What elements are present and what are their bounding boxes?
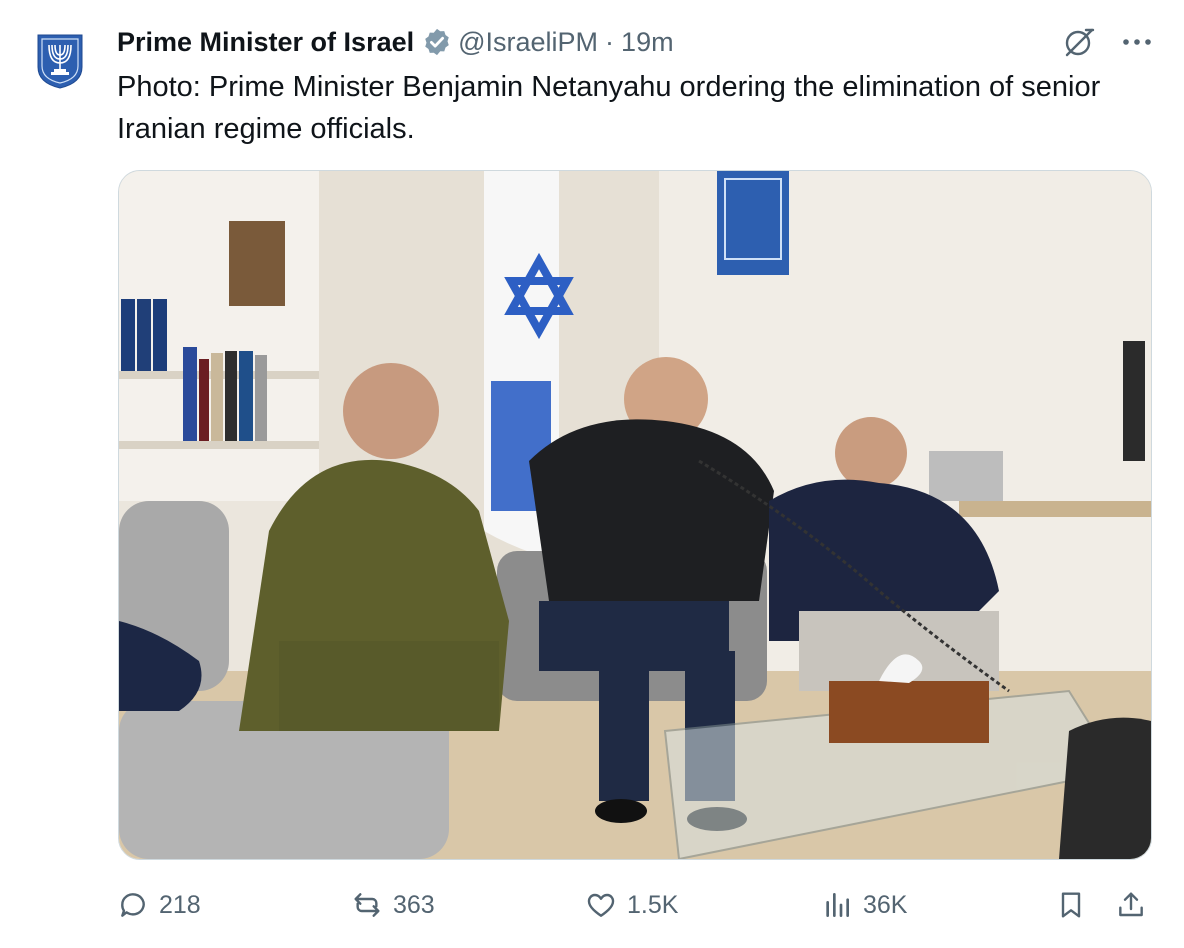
menorah-avatar-icon <box>37 34 83 89</box>
like-count: 1.5K <box>627 890 679 919</box>
separator-dot: · <box>605 26 615 57</box>
grok-icon[interactable] <box>1062 25 1096 59</box>
action-bar: 218 363 1.5K 36K <box>117 880 1157 930</box>
verified-badge-icon[interactable] <box>422 27 452 57</box>
repost-count: 363 <box>393 890 435 919</box>
share-icon <box>1119 892 1143 917</box>
author-name[interactable]: Prime Minister of Israel <box>117 27 414 58</box>
like-button[interactable]: 1.5K <box>585 880 678 930</box>
repost-button[interactable]: 363 <box>351 880 435 930</box>
avatar[interactable] <box>36 33 84 89</box>
reply-count: 218 <box>159 890 201 919</box>
views-button[interactable]: 36K <box>821 880 907 930</box>
author-handle[interactable]: @IsraeliPM <box>458 27 598 58</box>
reply-icon <box>121 893 145 917</box>
tweet-photo[interactable] <box>118 170 1152 860</box>
tweet-text: Photo: Prime Minister Benjamin Netanyahu… <box>117 71 1101 145</box>
like-icon <box>587 893 615 917</box>
view-count: 36K <box>863 890 908 919</box>
bookmark-button[interactable] <box>1055 880 1097 930</box>
views-icon <box>826 893 849 917</box>
repost-icon <box>354 893 380 917</box>
photo-illustration <box>119 171 1151 859</box>
bookmark-icon <box>1061 892 1081 918</box>
reply-button[interactable]: 218 <box>117 880 201 930</box>
more-icon[interactable] <box>1120 32 1154 52</box>
tweet-time[interactable]: 19m <box>621 27 674 58</box>
tweet-header: Prime Minister of Israel @IsraeliPM · 19… <box>117 20 1154 64</box>
share-button[interactable] <box>1115 880 1157 930</box>
